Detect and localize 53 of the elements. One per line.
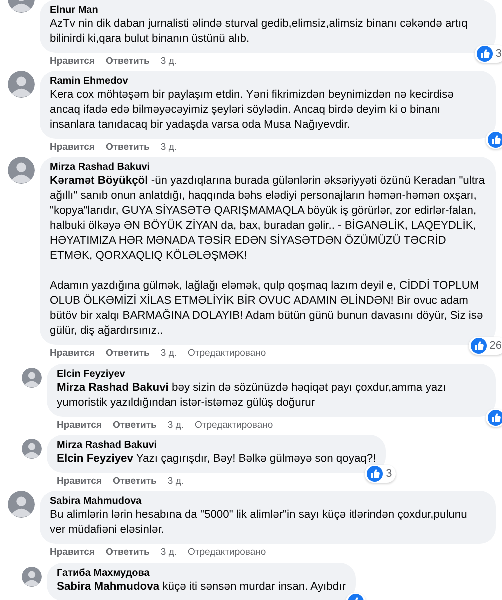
reply-link[interactable]: Ответить bbox=[112, 420, 157, 432]
reply-link[interactable]: Ответить bbox=[106, 547, 150, 559]
author-name[interactable]: Mirza Rashad Bakuvi bbox=[57, 439, 376, 452]
reaction-count: 3 bbox=[496, 48, 502, 60]
comment-text: AzTv nin dik daban jurnalisti əlində sturval gedib,elimsiz,alimsiz binanı cəkəndə artıq bilinirdi ki,qara bulut binanın üstünü alıb. bbox=[50, 17, 469, 47]
thumbs-up-icon bbox=[476, 46, 493, 62]
reaction-badge[interactable] bbox=[486, 131, 502, 149]
edited-label: Отредактировано bbox=[188, 547, 266, 559]
like-link[interactable]: Нравится bbox=[57, 476, 102, 488]
timestamp[interactable]: 3 д. bbox=[160, 348, 177, 360]
comment-text: Elcin Feyziyev Yazı çagırışdır, Bəy! Bəlkə gülməyə son qoyaq?! bbox=[57, 452, 376, 467]
reaction-badge[interactable] bbox=[486, 409, 502, 427]
like-link[interactable]: Нравится bbox=[57, 420, 102, 432]
thumbs-up-icon bbox=[367, 466, 384, 482]
reaction-badge[interactable]: 26 bbox=[468, 337, 502, 355]
reaction-badge[interactable]: 3 bbox=[365, 465, 396, 483]
reply-link[interactable]: Ответить bbox=[112, 476, 157, 488]
author-name[interactable]: Elcin Feyziyev bbox=[57, 368, 486, 381]
edited-label: Отредактировано bbox=[188, 348, 266, 360]
comment-text: Mirza Rashad Bakuvi bəy sizin də sözünüzdə həqiqət payı çoxdur,amma yazı yumoristik yazıldığından istər-istəməz gülüş doğurur bbox=[57, 381, 448, 411]
comment-text: Kəramət Böyükçöl -ün yazdıqlarına burada gülənlərin əksəriyyəti özünü Keradan "ultra ağıllı" sanıb onun anlatdığı, haqqında bəhs elədiyi personajların həmən-həmən oxşarı, "kopya"larıdır, GUYA SİYASƏTƏ QARIŞMAMAQLA böyük iş görürlər, zor edirlər-falan, halbuki ölkəyə ƏN BÖYÜK ZİYAN da, bax, buradan gəlir.. - BİGANƏLİK, LAQEYDLİK, HƏYATIMIZA HƏR MƏNADA TƏSİR EDƏN SİYASƏTDƏN ÖZÜMÜZÜ TƏCRİD ETMƏK, QORXAQLIQ KÖLƏLƏŞMƏK! bbox=[50, 174, 486, 264]
timestamp[interactable]: 3 д. bbox=[160, 142, 177, 154]
reply-link[interactable]: Ответить bbox=[106, 348, 150, 360]
edited-label: Отредактировано bbox=[195, 420, 274, 432]
avatar[interactable] bbox=[22, 368, 42, 388]
comment-text: Bu alimlərin lərin hesabına da "5000" lik alimlər"in sayı küçə itlərindən çoxdur,pulunu ver müdafiəni eləsinlər. bbox=[50, 508, 468, 538]
timestamp[interactable]: 3 д. bbox=[168, 420, 184, 432]
reaction-count: 26 bbox=[490, 340, 502, 352]
avatar[interactable] bbox=[8, 71, 35, 98]
reaction-badge[interactable]: 3 bbox=[474, 45, 502, 63]
comment-text: Kera cox möhtəşəm bir paylaşım etdin. Yəni fikrimizdən beynimizdən nə kecirdisə ancaq ifadə edə bilməyəcəyimiz şeyləri söylədin. Ancaq birdə deyim ki o binanı insanlara tanıdacaq bir yadaşda varsa oda Musa Nağıyevdir. bbox=[50, 88, 455, 133]
avatar[interactable] bbox=[8, 491, 35, 518]
avatar[interactable] bbox=[8, 157, 35, 184]
like-link[interactable]: Нравится bbox=[50, 348, 95, 360]
timestamp[interactable]: 3 д. bbox=[160, 56, 177, 68]
timestamp[interactable]: 3 д. bbox=[168, 476, 184, 488]
comment-text: Adamın yazdığına gülmək, lağlağı eləmək, qulp qoşmaq lazım deyil e, CİDDİ TOPLUM OLUB ÖLKƏMİZİ XİLAS ETMƏLİYİK BİR OVUC ADAMIN ƏLİNDƏN! Bir ovuc adam bütöv bir xalqı BARMAĞINA DOLAYIB! Adam bütün günü bunun davasını döyür, Siz isə gülür, diş ağardırsınız.. bbox=[50, 279, 484, 339]
comment-text: Sabira Mahmudova küçə iti sənsən murdar insan. Ayıbdır bbox=[57, 580, 346, 595]
reply-link[interactable]: Ответить bbox=[106, 56, 150, 68]
like-link[interactable]: Нравится bbox=[50, 547, 95, 559]
author-name[interactable]: Sabira Mahmudova bbox=[50, 495, 486, 508]
author-name[interactable]: Mirza Rashad Bakuvi bbox=[50, 161, 486, 174]
author-name[interactable]: Elnur Man bbox=[50, 4, 486, 17]
author-name[interactable]: Ramin Ehmedov bbox=[50, 75, 486, 88]
avatar[interactable] bbox=[22, 439, 42, 459]
author-name[interactable]: Гатиба Махмудова bbox=[57, 567, 346, 580]
like-link[interactable]: Нравится bbox=[50, 56, 95, 68]
reply-link[interactable]: Ответить bbox=[106, 142, 150, 154]
like-link[interactable]: Нравится bbox=[50, 142, 95, 154]
thumbs-up-icon bbox=[470, 338, 487, 354]
reaction-count: 3 bbox=[386, 468, 394, 480]
timestamp[interactable]: 3 д. bbox=[160, 547, 177, 559]
avatar[interactable] bbox=[22, 567, 42, 587]
